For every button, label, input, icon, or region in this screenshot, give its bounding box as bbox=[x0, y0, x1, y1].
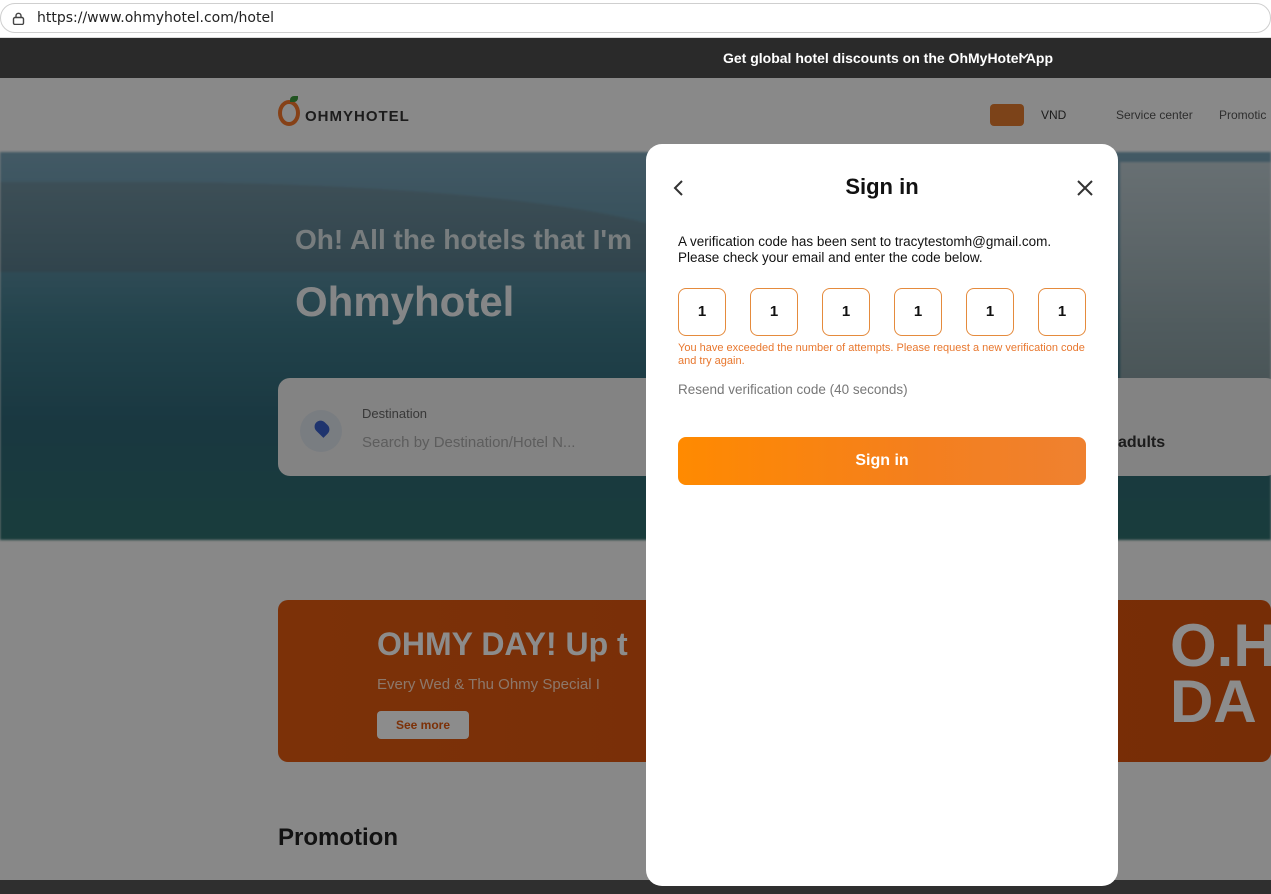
modal-title: Sign in bbox=[845, 174, 919, 199]
code-digit-2[interactable]: 1 bbox=[750, 288, 798, 336]
lock-icon bbox=[12, 12, 25, 25]
browser-address-bar: https://www.ohmyhotel.com/hotel bbox=[0, 0, 1271, 38]
code-digit-4[interactable]: 1 bbox=[894, 288, 942, 336]
verification-message: A verification code has been sent to tra… bbox=[678, 234, 1052, 265]
app-promo-text: Get global hotel discounts on the OhMyHo… bbox=[723, 50, 1054, 66]
verification-code-inputs: 1 1 1 1 1 1 bbox=[678, 288, 1086, 336]
url-field[interactable]: https://www.ohmyhotel.com/hotel bbox=[0, 3, 1271, 33]
code-digit-1[interactable]: 1 bbox=[678, 288, 726, 336]
resend-code-link[interactable]: Resend verification code (40 seconds) bbox=[678, 382, 908, 397]
chevron-down-icon[interactable] bbox=[1018, 49, 1030, 63]
attempts-error-message: You have exceeded the number of attempts… bbox=[678, 342, 1085, 367]
sign-in-modal: Sign in A verification code has been sen… bbox=[646, 144, 1118, 886]
app-promo-bar[interactable]: Get global hotel discounts on the OhMyHo… bbox=[0, 38, 1271, 78]
sign-in-button[interactable]: Sign in bbox=[678, 437, 1086, 485]
close-icon[interactable] bbox=[1076, 179, 1094, 197]
code-digit-3[interactable]: 1 bbox=[822, 288, 870, 336]
code-digit-6[interactable]: 1 bbox=[1038, 288, 1086, 336]
code-digit-5[interactable]: 1 bbox=[966, 288, 1014, 336]
url-text: https://www.ohmyhotel.com/hotel bbox=[37, 10, 274, 26]
